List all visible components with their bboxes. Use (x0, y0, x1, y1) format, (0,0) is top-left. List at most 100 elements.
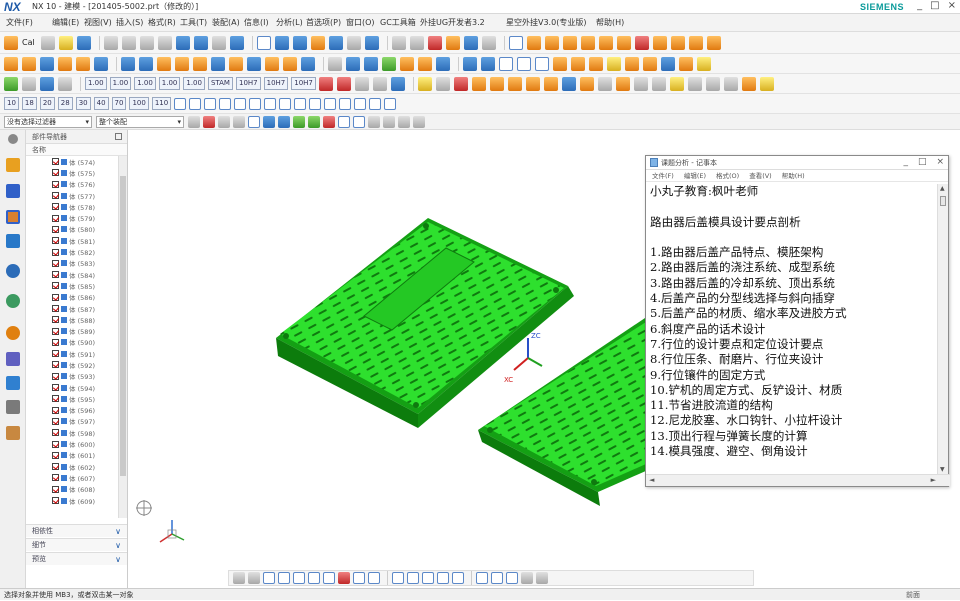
align-top-icon[interactable] (174, 97, 187, 110)
notepad-vertical-scrollbar[interactable]: ▲ ▼ (937, 184, 948, 474)
pocket-icon[interactable] (40, 56, 54, 71)
chamfer-icon[interactable] (193, 56, 207, 71)
checkbox-icon[interactable] (52, 429, 59, 437)
manufacturing-wizard-icon[interactable] (6, 400, 20, 414)
fillet-icon[interactable] (308, 572, 320, 584)
checkbox-icon[interactable] (52, 372, 59, 380)
thicken-icon[interactable] (571, 56, 585, 71)
point-on-curve-icon[interactable] (383, 115, 395, 128)
list-item[interactable]: 体 (596) (26, 405, 118, 416)
draft-body-icon[interactable] (697, 56, 711, 71)
checkbox-icon[interactable] (52, 192, 59, 200)
tag-icon[interactable] (759, 76, 774, 91)
checkbox-icon[interactable] (52, 417, 59, 425)
number-button-4[interactable]: 1.00 (158, 77, 181, 90)
undo-icon[interactable] (175, 35, 190, 50)
shell-icon[interactable] (706, 35, 721, 50)
unite-icon[interactable] (616, 35, 631, 50)
profile-icon[interactable] (248, 572, 260, 584)
start-icon[interactable] (4, 35, 18, 50)
checkbox-icon[interactable] (52, 305, 59, 312)
list-item[interactable]: 体 (589) (26, 325, 118, 336)
ejector-icon[interactable] (525, 76, 540, 91)
checkbox-icon[interactable] (52, 259, 59, 267)
delete-icon[interactable] (157, 35, 172, 50)
menu-assembly[interactable]: 装配(A) (212, 17, 240, 28)
checkbox-icon[interactable] (52, 248, 59, 256)
redo-icon[interactable] (193, 35, 208, 50)
make-corner-icon[interactable] (422, 572, 434, 584)
convert-reference-icon[interactable] (536, 572, 548, 584)
spring-icon[interactable] (615, 76, 630, 91)
scroll-down-icon[interactable]: ▼ (940, 466, 945, 473)
edge-blend-icon[interactable] (175, 56, 189, 71)
display-constraints-icon[interactable] (521, 572, 533, 584)
dimension-icon[interactable] (476, 572, 488, 584)
offset-curve-icon[interactable] (437, 572, 449, 584)
cone-icon[interactable] (544, 35, 559, 50)
sketch-line-icon[interactable] (263, 572, 275, 584)
move-layer-icon[interactable] (409, 35, 424, 50)
checkbox-icon[interactable] (52, 406, 59, 414)
list-item[interactable]: 体 (595) (26, 393, 118, 404)
layer-button-70[interactable]: 70 (111, 97, 127, 110)
tolerance-button-2[interactable]: 10H7 (263, 77, 289, 90)
wave-icon[interactable] (369, 97, 382, 110)
checkbox-icon[interactable] (52, 361, 59, 369)
quadrant-icon[interactable] (353, 115, 365, 128)
marker-icon[interactable] (336, 76, 351, 91)
align-left-icon[interactable] (219, 97, 232, 110)
subtract-icon[interactable] (634, 35, 649, 50)
extrude-icon[interactable] (580, 35, 595, 50)
mid-point-icon[interactable] (293, 115, 305, 128)
auto-constraint-icon[interactable] (506, 572, 518, 584)
minimize-button[interactable]: _ (917, 0, 922, 11)
align-right-icon[interactable] (234, 97, 247, 110)
rectangle-icon[interactable] (323, 572, 335, 584)
control-point-icon[interactable] (308, 115, 320, 128)
number-button-2[interactable]: 1.00 (109, 77, 132, 90)
menu-edit[interactable]: 编辑(E) (52, 17, 79, 28)
replace-face-icon[interactable] (229, 56, 243, 71)
view-icon[interactable] (256, 35, 271, 50)
intersection-icon[interactable] (323, 115, 335, 128)
quick-trim-icon[interactable] (392, 572, 404, 584)
sketch-icon[interactable] (382, 56, 396, 71)
notepad-menu-help[interactable]: 帮助(H) (782, 170, 805, 181)
rotate-icon[interactable] (292, 35, 307, 50)
snap-point-icon[interactable] (263, 115, 275, 128)
checkbox-icon[interactable] (52, 225, 59, 233)
trimmed-sheet-icon[interactable] (517, 56, 531, 71)
mirror-curve-icon[interactable] (452, 572, 464, 584)
checkbox-icon[interactable] (52, 214, 59, 222)
menu-gc-toolbox[interactable]: GC工具箱 (380, 17, 416, 28)
arc-icon[interactable] (364, 56, 378, 71)
table-icon[interactable] (22, 76, 36, 91)
history-icon[interactable] (6, 326, 20, 340)
tolerance-button-1[interactable]: 10H7 (235, 77, 261, 90)
menu-format[interactable]: 格式(R) (148, 17, 176, 28)
layer-button-28[interactable]: 28 (57, 97, 73, 110)
filter-icon[interactable] (218, 115, 230, 128)
divide-face-icon[interactable] (661, 56, 675, 71)
hand-icon[interactable] (417, 76, 432, 91)
list-item[interactable]: 体 (600) (26, 438, 118, 449)
menu-plugin-ug[interactable]: 外挂UG开发者3.2 (420, 17, 485, 28)
checkbox-icon[interactable] (52, 169, 59, 177)
ruler-icon[interactable] (58, 76, 72, 91)
insert-icon[interactable] (579, 76, 594, 91)
list-item[interactable]: 体 (581) (26, 235, 118, 246)
offset-surface-icon[interactable] (607, 56, 621, 71)
cut-cavity-icon[interactable] (705, 76, 720, 91)
menu-insert[interactable]: 插入(S) (116, 17, 143, 28)
scroll-up-icon[interactable]: ▲ (940, 185, 945, 192)
number-button-1[interactable]: 1.00 (85, 77, 107, 90)
sew-icon[interactable] (553, 56, 567, 71)
checkbox-icon[interactable] (52, 497, 59, 505)
notepad-close-button[interactable]: × (936, 157, 944, 167)
checkbox-icon[interactable] (52, 316, 59, 324)
checkbox-icon[interactable] (52, 180, 59, 188)
block-icon[interactable] (508, 35, 523, 50)
section-preview[interactable]: 预览 ∨ (26, 552, 127, 565)
background-icon[interactable] (346, 35, 361, 50)
